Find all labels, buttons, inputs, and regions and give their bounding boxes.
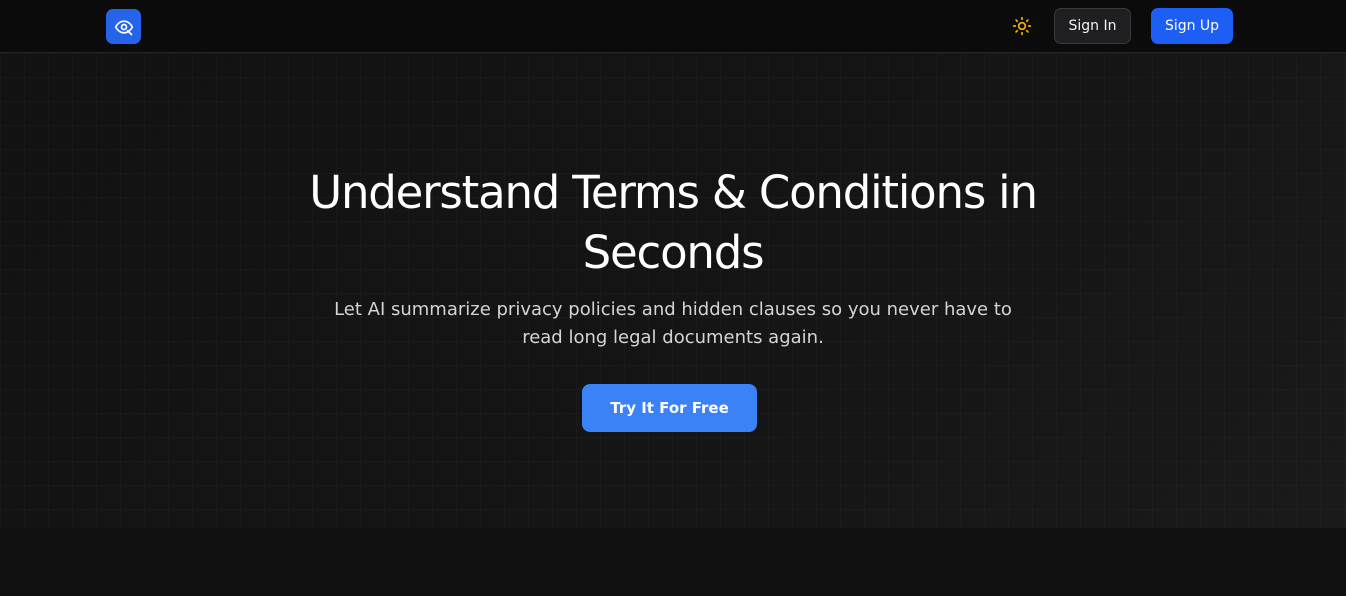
eye-search-icon — [114, 19, 133, 35]
try-for-free-button[interactable]: Try It For Free — [582, 384, 757, 432]
sign-up-button[interactable]: Sign Up — [1151, 8, 1233, 44]
hero-section: Understand Terms & Conditions in Seconds… — [0, 53, 1346, 528]
below-hero-section — [0, 528, 1346, 596]
hero-title: Understand Terms & Conditions in Seconds — [309, 166, 1038, 279]
top-navbar: Sign In Sign Up — [0, 0, 1346, 53]
theme-toggle-button[interactable] — [1008, 12, 1036, 40]
sign-in-button[interactable]: Sign In — [1054, 8, 1131, 44]
hero-subtitle: Let AI summarize privacy policies and hi… — [334, 299, 1012, 348]
logo[interactable] — [106, 9, 141, 44]
sun-icon — [1012, 16, 1032, 36]
